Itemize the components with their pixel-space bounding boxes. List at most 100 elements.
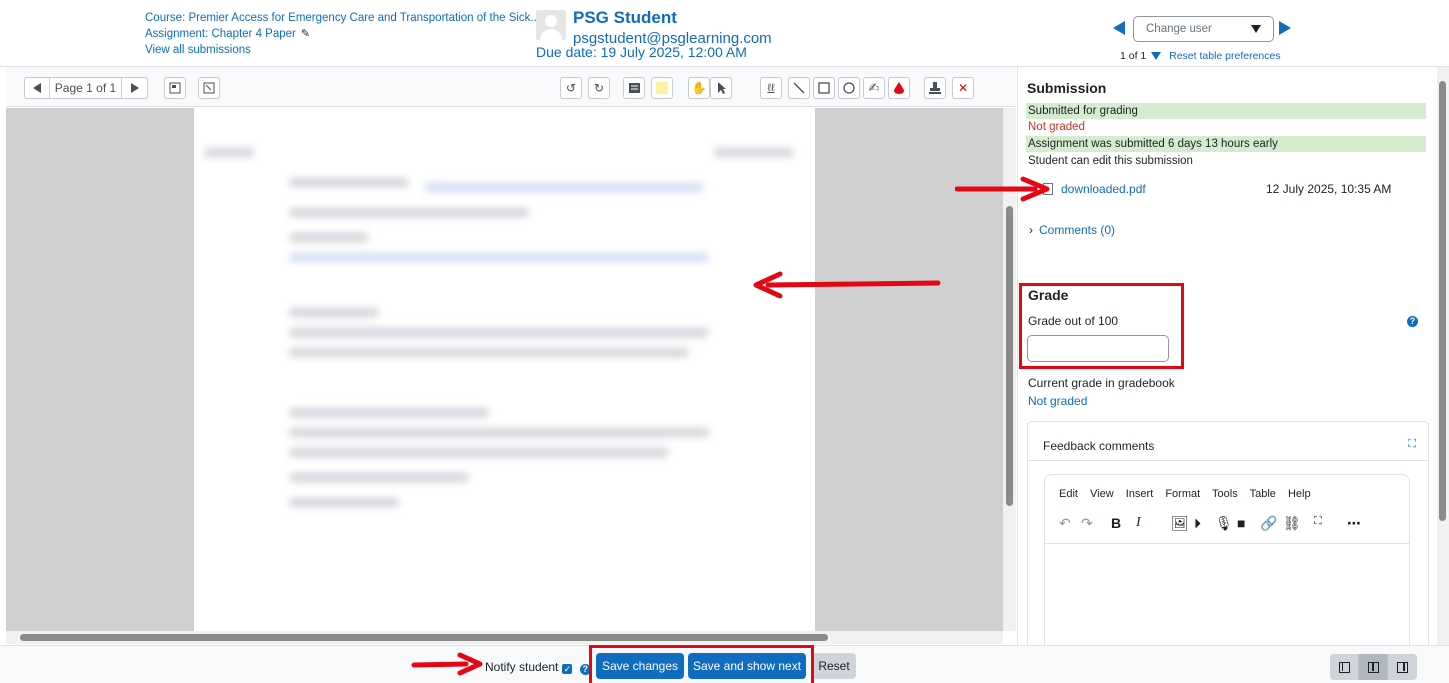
reset-button[interactable]: Reset xyxy=(812,653,856,679)
ink-color-button[interactable] xyxy=(888,77,910,99)
highlighter-icon: ✍ xyxy=(868,80,880,95)
editor-menubar: Edit View Insert Format Tools Table Help xyxy=(1059,488,1320,500)
current-grade-value[interactable]: Not graded xyxy=(1028,394,1087,408)
viewer-arrow-icon xyxy=(753,271,941,299)
course-info: Course: Premier Access for Emergency Car… xyxy=(145,10,540,58)
layout-collapse-grade-button[interactable] xyxy=(1388,654,1417,680)
notify-student-control[interactable]: Notify student ✓ ? xyxy=(485,660,591,675)
notify-checkbox[interactable]: ✓ xyxy=(562,664,573,674)
edit-status: Student can edit this submission xyxy=(1028,155,1193,167)
rotate-left-button[interactable]: ↺ xyxy=(560,77,582,99)
menu-edit[interactable]: Edit xyxy=(1059,488,1078,500)
comments-toggle[interactable]: › Comments (0) xyxy=(1029,223,1115,237)
link-icon[interactable]: 🔗 xyxy=(1260,515,1277,532)
rectangle-tool-button[interactable] xyxy=(813,77,835,99)
submission-timing: Assignment was submitted 6 days 13 hours… xyxy=(1026,136,1426,152)
prev-page-button[interactable] xyxy=(24,77,50,99)
user-name[interactable]: PSG Student xyxy=(573,8,677,28)
filter-caret-icon[interactable] xyxy=(1151,52,1162,60)
menu-help[interactable]: Help xyxy=(1288,488,1311,500)
delete-annotation-button[interactable]: ✕ xyxy=(952,77,974,99)
oval-icon xyxy=(843,82,855,94)
chevron-right-icon: › xyxy=(1029,223,1033,237)
pen-tool-button[interactable]: ℓℓ xyxy=(760,77,782,99)
search-comments-button[interactable] xyxy=(164,77,186,99)
menu-tools[interactable]: Tools xyxy=(1212,488,1238,500)
line-icon xyxy=(793,82,805,94)
grading-status: Not graded xyxy=(1028,121,1085,133)
italic-icon[interactable]: I xyxy=(1136,515,1141,531)
course-link[interactable]: Course: Premier Access for Emergency Car… xyxy=(145,10,540,26)
submitted-file-link[interactable]: downloaded.pdf xyxy=(1061,182,1146,196)
expand-comments-button[interactable] xyxy=(198,77,220,99)
undo-icon[interactable]: ↶ xyxy=(1059,515,1071,532)
due-date: Due date: 19 July 2025, 12:00 AM xyxy=(536,44,747,60)
stamp-tool-button[interactable] xyxy=(924,77,946,99)
notify-student-label: Notify student xyxy=(485,660,559,674)
line-tool-button[interactable] xyxy=(788,77,810,99)
menu-view[interactable]: View xyxy=(1090,488,1114,500)
save-buttons-highlight-box xyxy=(589,645,814,683)
submitted-file-row: downloaded.pdf 12 July 2025, 10:35 AM xyxy=(1043,182,1423,196)
unlink-icon[interactable]: ⛓ xyxy=(1283,515,1301,532)
menu-insert[interactable]: Insert xyxy=(1126,488,1154,500)
avatar[interactable] xyxy=(536,10,566,40)
comments-label: Comments (0) xyxy=(1039,223,1116,237)
page-select[interactable]: Page 1 of 1 xyxy=(50,77,122,99)
pdf-page[interactable] xyxy=(194,108,815,631)
media-icon[interactable]: ⏵ xyxy=(1194,515,1201,532)
microphone-icon[interactable]: 🎙 xyxy=(1215,515,1233,532)
select-tool-button[interactable] xyxy=(710,77,732,99)
feedback-editor: Edit View Insert Format Tools Table Help… xyxy=(1044,474,1410,645)
layout-left-icon xyxy=(1338,661,1350,673)
current-grade-label: Current grade in gradebook xyxy=(1028,376,1175,390)
previous-user-icon[interactable] xyxy=(1113,21,1125,35)
assignment-link[interactable]: Assignment: Chapter 4 Paper xyxy=(145,28,296,40)
ink-drop-icon xyxy=(894,82,904,94)
cursor-icon xyxy=(717,82,726,94)
pdf-viewer[interactable] xyxy=(6,108,1003,631)
grade-highlight-box xyxy=(1019,283,1184,369)
oval-tool-button[interactable] xyxy=(838,77,860,99)
layout-collapse-review-button[interactable] xyxy=(1330,654,1359,680)
stamp-icon xyxy=(929,82,941,94)
layout-default-button[interactable] xyxy=(1359,654,1388,680)
comment-icon xyxy=(628,83,640,93)
fullscreen-editor-icon[interactable]: ⛶ xyxy=(1314,515,1322,528)
change-user-select[interactable]: Change user xyxy=(1133,16,1274,42)
video-icon[interactable]: ■ xyxy=(1237,515,1245,531)
bold-icon[interactable]: B xyxy=(1111,515,1121,531)
pager-count: 1 of 1 xyxy=(1120,50,1147,62)
next-page-button[interactable] xyxy=(122,77,148,99)
menu-table[interactable]: Table xyxy=(1250,488,1276,500)
submission-status: Submitted for grading xyxy=(1026,103,1426,119)
fullscreen-icon[interactable]: ⛶ xyxy=(1408,438,1416,451)
image-icon[interactable]: 🖼 xyxy=(1171,515,1189,532)
reset-table-preferences-link[interactable]: Reset table preferences xyxy=(1169,50,1280,62)
close-icon: ✕ xyxy=(957,81,969,95)
pen-icon: ℓℓ xyxy=(767,82,775,94)
layout-right-icon xyxy=(1397,661,1408,673)
view-all-submissions-link[interactable]: View all submissions xyxy=(145,42,540,58)
submission-title: Submission xyxy=(1027,80,1107,96)
highlight-tool-button[interactable]: ✍ xyxy=(863,77,885,99)
notify-arrow-icon xyxy=(411,652,483,676)
caret-down-icon xyxy=(1251,25,1261,33)
arrow-right-icon xyxy=(130,83,139,93)
redo-icon[interactable]: ↷ xyxy=(1081,515,1093,532)
pencil-icon[interactable]: ✎ xyxy=(301,26,310,42)
rotate-left-icon: ↺ xyxy=(565,81,577,95)
comment-tool-button[interactable] xyxy=(623,77,645,99)
panel-scrollbar[interactable] xyxy=(1437,67,1449,645)
more-icon[interactable]: ⋯ xyxy=(1347,515,1361,532)
pan-tool-button[interactable]: ✋ xyxy=(688,77,710,99)
menu-format[interactable]: Format xyxy=(1165,488,1200,500)
rectangle-icon xyxy=(818,82,830,94)
hand-icon: ✋ xyxy=(691,81,707,95)
viewer-horizontal-scrollbar[interactable] xyxy=(6,631,1003,644)
next-user-icon[interactable] xyxy=(1279,21,1291,35)
help-icon[interactable]: ? xyxy=(1407,316,1418,327)
color-picker-button[interactable] xyxy=(651,77,673,99)
rotate-right-button[interactable]: ↻ xyxy=(588,77,610,99)
arrow-left-icon xyxy=(33,83,41,93)
